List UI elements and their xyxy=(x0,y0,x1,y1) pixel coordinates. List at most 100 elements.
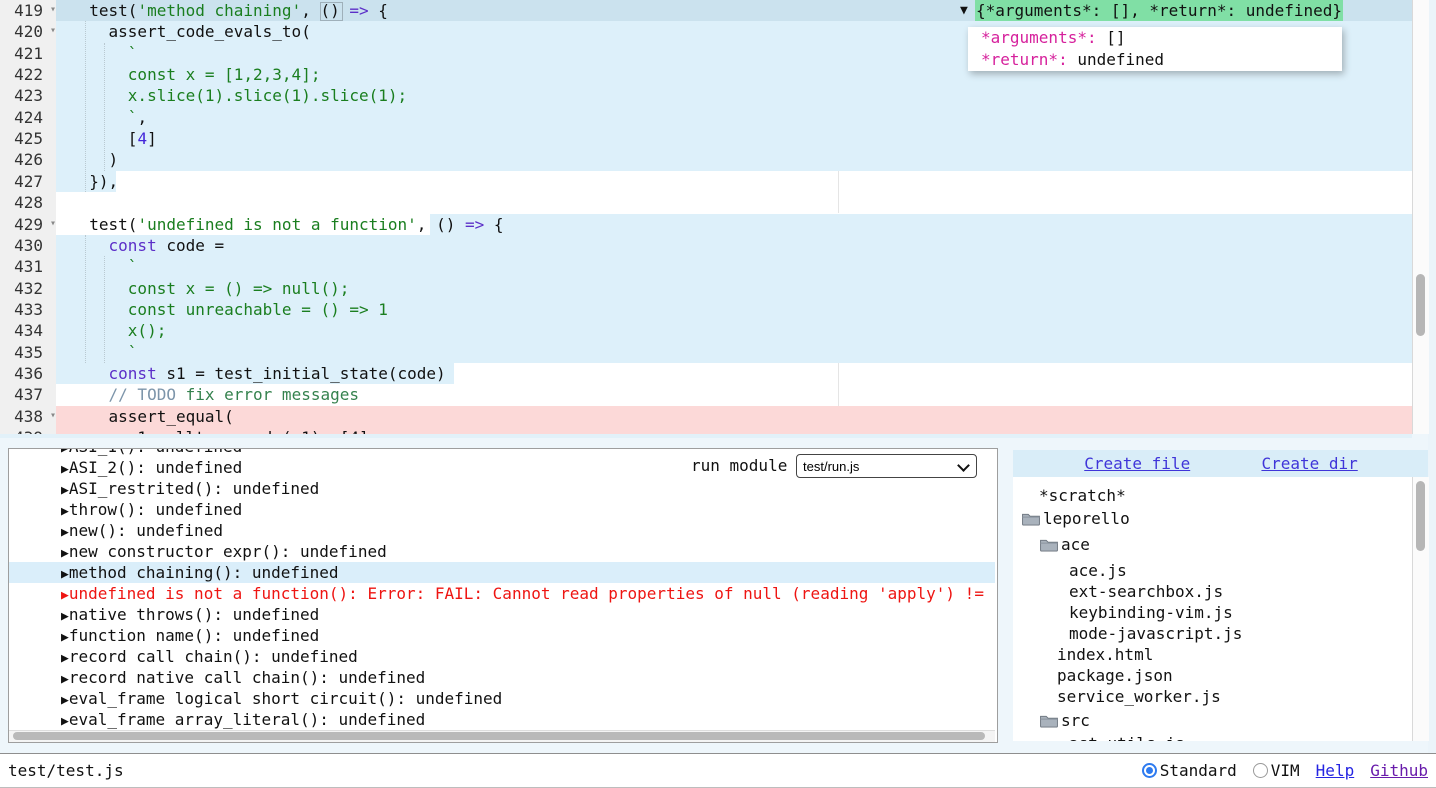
code-line[interactable]: const x = [1,2,3,4]; xyxy=(70,64,320,85)
code-editor[interactable]: test('method chaining', () => { assert_c… xyxy=(0,0,1436,434)
code-line[interactable]: assert_code_evals_to( xyxy=(70,21,311,42)
tree-file[interactable]: package.json xyxy=(1057,665,1173,686)
code-line[interactable]: `, xyxy=(70,107,147,128)
expand-triangle-icon[interactable]: ▶ xyxy=(61,448,69,456)
calltree-item[interactable]: ▶eval_frame logical short circuit(): und… xyxy=(9,688,998,709)
tree-item-label: mode-javascript.js xyxy=(1069,624,1242,643)
tree-folder[interactable]: ace xyxy=(1039,534,1090,555)
tree-file[interactable]: keybinding-vim.js xyxy=(1069,602,1233,623)
tooltip-header-value[interactable]: {*arguments*: [], *return*: undefined} xyxy=(975,0,1343,21)
radio-icon[interactable] xyxy=(1253,763,1268,778)
files-scrollbar-thumb[interactable] xyxy=(1416,481,1425,551)
calltree-item[interactable]: ▶record native call chain(): undefined xyxy=(9,667,998,688)
code-line[interactable]: // TODO fix error messages xyxy=(70,384,359,405)
tree-folder[interactable]: leporello xyxy=(1021,508,1130,529)
editor-scrollbar-track[interactable] xyxy=(1412,0,1429,434)
keybinding-radio-vim[interactable]: VIM xyxy=(1253,761,1300,780)
keybinding-radio-standard[interactable]: Standard xyxy=(1142,761,1237,780)
line-number: 422 xyxy=(14,64,43,85)
line-number: 423 xyxy=(14,85,43,106)
code-line[interactable]: ` xyxy=(70,43,137,64)
calltree-item-label: eval_frame logical short circuit(): unde… xyxy=(69,689,502,708)
editor-scrollbar-thumb[interactable] xyxy=(1416,274,1425,336)
code-line[interactable]: const code = xyxy=(70,235,224,256)
fold-toggle-icon[interactable]: ▾ xyxy=(50,213,56,234)
tree-folder[interactable]: src xyxy=(1039,710,1090,731)
run-module-select[interactable]: test/run.js xyxy=(796,454,977,478)
calltree-item[interactable]: ▶throw(): undefined xyxy=(9,499,998,520)
tree-file[interactable]: ace.js xyxy=(1069,560,1127,581)
calltree-item-label: ASI_2(): undefined xyxy=(69,458,242,477)
create-dir-link[interactable]: Create dir xyxy=(1261,454,1357,473)
expand-triangle-icon[interactable]: ▶ xyxy=(61,483,69,498)
collapse-triangle-icon[interactable]: ▼ xyxy=(960,3,968,18)
expand-triangle-icon[interactable]: ▶ xyxy=(61,567,69,582)
expand-triangle-icon[interactable]: ▶ xyxy=(61,588,69,603)
tree-file[interactable]: mode-javascript.js xyxy=(1069,623,1242,644)
code-line[interactable]: ` xyxy=(70,256,137,277)
expand-triangle-icon[interactable]: ▶ xyxy=(61,525,69,540)
gutter-cell: 422 xyxy=(0,64,56,86)
gutter-cell: 426 xyxy=(0,149,56,171)
calltree-item[interactable]: ▶new(): undefined xyxy=(9,520,998,541)
expand-triangle-icon[interactable]: ▶ xyxy=(61,546,69,561)
calltree-item[interactable]: ▶function name(): undefined xyxy=(9,625,998,646)
line-highlight xyxy=(56,235,1412,256)
calltree-item[interactable]: ▶new constructor expr(): undefined xyxy=(9,541,998,562)
tree-file[interactable]: ext-searchbox.js xyxy=(1069,581,1223,602)
line-number: 436 xyxy=(14,363,43,384)
line-number: 433 xyxy=(14,299,43,320)
expand-triangle-icon[interactable]: ▶ xyxy=(61,672,69,687)
code-line[interactable]: x.slice(1).slice(1).slice(1); xyxy=(70,85,407,106)
code-token: assert_code_evals_to( xyxy=(70,22,311,41)
expand-triangle-icon[interactable]: ▶ xyxy=(61,651,69,666)
expand-triangle-icon[interactable]: ▶ xyxy=(61,504,69,519)
expand-triangle-icon[interactable]: ▶ xyxy=(61,462,69,477)
calltree-item[interactable]: ▶ASI_restrited(): undefined xyxy=(9,478,998,499)
expand-triangle-icon[interactable]: ▶ xyxy=(61,693,69,708)
code-line[interactable]: }), xyxy=(70,171,118,192)
code-line[interactable]: const unreachable = () => 1 xyxy=(70,299,388,320)
code-line[interactable]: [4] xyxy=(70,128,157,149)
code-line[interactable]: ) xyxy=(70,149,118,170)
expand-triangle-icon[interactable]: ▶ xyxy=(61,714,69,729)
code-token xyxy=(70,385,109,404)
fold-toggle-icon[interactable]: ▾ xyxy=(50,20,56,41)
calltree-item[interactable]: ▶record call chain(): undefined xyxy=(9,646,998,667)
create-file-link[interactable]: Create file xyxy=(1084,454,1190,473)
calltree-item[interactable]: ▶native throws(): undefined xyxy=(9,604,998,625)
calltree-item[interactable]: ▶method chaining(): undefined xyxy=(9,562,995,583)
calltree-item[interactable]: ▶undefined is not a function(): Error: F… xyxy=(9,583,998,604)
tree-file[interactable]: index.html xyxy=(1057,644,1153,665)
calltree-item[interactable]: ▶eval_frame array_literal(): undefined xyxy=(9,709,998,730)
code-token: const unreachable = () => 1 xyxy=(70,300,388,319)
radio-icon[interactable] xyxy=(1142,763,1157,778)
line-number: 439 xyxy=(14,427,43,434)
help-link[interactable]: Help xyxy=(1316,761,1355,780)
line-highlight xyxy=(56,256,1412,277)
page-right-margin xyxy=(1428,0,1436,753)
expand-triangle-icon[interactable]: ▶ xyxy=(61,630,69,645)
code-token: const x = () => null(); xyxy=(70,279,349,298)
github-link[interactable]: Github xyxy=(1370,761,1428,780)
code-token: 'undefined is not a function' xyxy=(137,215,416,234)
tree-file[interactable]: service_worker.js xyxy=(1057,686,1221,707)
print-margin xyxy=(838,363,839,406)
code-line[interactable]: x(); xyxy=(70,320,166,341)
code-line[interactable]: test('undefined is not a function', () =… xyxy=(70,214,504,235)
fold-toggle-icon[interactable]: ▾ xyxy=(50,0,56,20)
code-line[interactable]: const s1 = test_initial_state(code) xyxy=(70,363,446,384)
code-token: ] xyxy=(147,129,157,148)
code-line[interactable]: s1.calltree_node(s1), [4] xyxy=(70,427,369,434)
code-token: code = xyxy=(157,236,224,255)
code-line[interactable]: assert_equal( xyxy=(70,406,234,427)
code-line[interactable]: ` xyxy=(70,342,137,363)
fold-toggle-icon[interactable]: ▾ xyxy=(50,405,56,426)
tree-file[interactable]: *scratch* xyxy=(1039,485,1126,506)
expand-triangle-icon[interactable]: ▶ xyxy=(61,609,69,624)
calltree-hscrollbar-thumb[interactable] xyxy=(13,732,985,740)
code-line[interactable]: const x = () => null(); xyxy=(70,278,349,299)
calltree-item-label: undefined is not a function(): Error: FA… xyxy=(69,584,984,603)
tree-file[interactable]: ast_utils.js xyxy=(1069,733,1185,741)
calltree-item-label: method chaining(): undefined xyxy=(69,563,339,582)
